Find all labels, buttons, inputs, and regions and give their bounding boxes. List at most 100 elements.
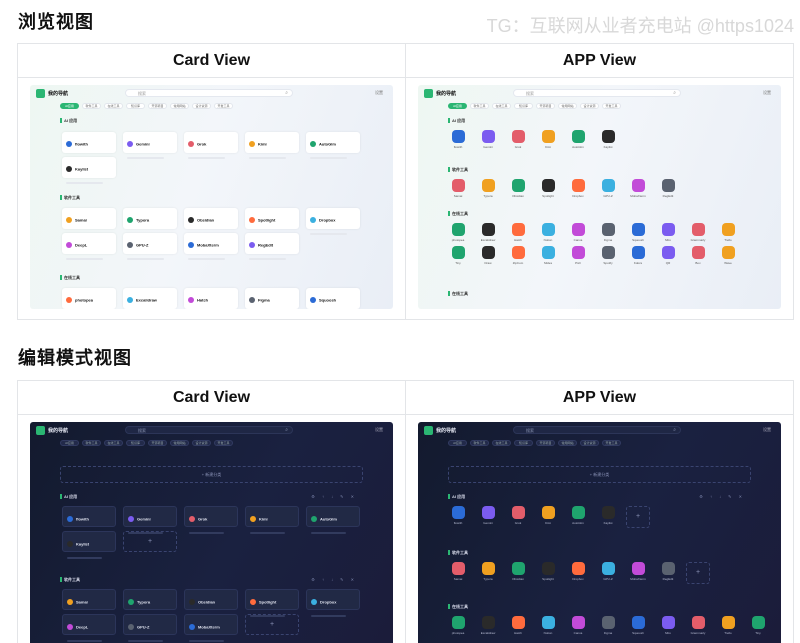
tab-3[interactable]: 知识库: [126, 440, 145, 446]
site-card[interactable]: Typora: [123, 589, 177, 617]
tab-4[interactable]: 开源项目: [536, 440, 555, 446]
tab-3[interactable]: 知识库: [514, 103, 533, 109]
app-icon-item[interactable]: Trello: [716, 223, 740, 247]
app-icon-item[interactable]: Excalidraw: [476, 223, 500, 247]
site-card[interactable]: Grok: [184, 506, 238, 534]
site-card[interactable]: GPU-Z: [123, 614, 177, 642]
site-card[interactable]: Grok: [184, 132, 238, 159]
tab-4[interactable]: 开源项目: [148, 103, 167, 109]
site-card[interactable]: Obsidian: [184, 589, 238, 617]
add-card-button[interactable]: +: [123, 531, 177, 552]
settings-button[interactable]: 设置: [375, 427, 383, 433]
app-icon-item[interactable]: Kimi: [536, 506, 560, 530]
tab-2[interactable]: 在线工具: [492, 103, 511, 109]
app-icon-item[interactable]: AutoGlm: [566, 130, 590, 154]
tab-3[interactable]: 知识库: [126, 103, 145, 109]
tab-2[interactable]: 在线工具: [104, 103, 123, 109]
settings-button[interactable]: 设置: [763, 90, 771, 96]
site-card[interactable]: DeepL: [62, 233, 116, 260]
site-card[interactable]: Dropbox: [306, 208, 360, 235]
site-card[interactable]: MobaXterm: [184, 614, 238, 642]
app-icon-item[interactable]: Hatch: [506, 223, 530, 247]
app-icon-item[interactable]: GPU-Z: [596, 179, 620, 203]
app-icon-item[interactable]: Figma: [596, 616, 620, 640]
site-card[interactable]: flowith: [62, 132, 116, 159]
tab-7[interactable]: 开发工具: [602, 103, 621, 109]
search-input[interactable]: 搜索 ⌕: [125, 89, 293, 97]
app-icon-item[interactable]: Box: [686, 246, 710, 270]
tab-2[interactable]: 在线工具: [104, 440, 123, 446]
settings-button[interactable]: 设置: [375, 90, 383, 96]
app-icon-item[interactable]: MobaXterm: [626, 562, 650, 586]
app-icon-item[interactable]: Miro: [656, 616, 680, 640]
tab-4[interactable]: 开源项目: [148, 440, 167, 446]
site-card[interactable]: Samai: [62, 208, 116, 235]
search-input[interactable]: 搜索 ⌕: [513, 89, 681, 97]
tab-0[interactable]: AI应用: [448, 440, 467, 446]
app-icon-item[interactable]: Gemini: [476, 130, 500, 154]
site-card[interactable]: Kaylist: [62, 531, 116, 559]
app-icon-item[interactable]: Obsidian: [506, 562, 530, 586]
app-icon-item[interactable]: RegEdit: [656, 179, 680, 203]
app-icon-item[interactable]: MobaXterm: [626, 179, 650, 203]
app-icon-item[interactable]: Canva: [566, 223, 590, 247]
site-card[interactable]: Samai: [62, 589, 116, 617]
tab-2[interactable]: 在线工具: [492, 440, 511, 446]
app-icon-item[interactable]: flowith: [446, 130, 470, 154]
site-card[interactable]: Figma: [245, 288, 299, 309]
site-card[interactable]: Kimi: [245, 506, 299, 534]
site-card[interactable]: AutoGlm: [306, 506, 360, 534]
app-icon-item[interactable]: Spotify: [596, 246, 620, 270]
app-icon-item[interactable]: Samai: [446, 562, 470, 586]
add-app-button[interactable]: +: [686, 562, 710, 584]
tab-0[interactable]: AI应用: [60, 103, 79, 109]
section-edit-tools[interactable]: ⚙ ↑ ↓ ✎ ✕: [311, 494, 357, 499]
site-card[interactable]: Squoosh: [306, 288, 360, 309]
app-icon-item[interactable]: Slides: [536, 246, 560, 270]
app-icon-item[interactable]: Excalidraw: [476, 616, 500, 640]
tab-5[interactable]: 常用网站: [170, 103, 189, 109]
site-card[interactable]: Hatch: [184, 288, 238, 309]
app-icon-item[interactable]: AutoGlm: [566, 506, 590, 530]
app-icon-item[interactable]: Pixlr: [566, 246, 590, 270]
app-icon-item[interactable]: Canva: [566, 616, 590, 640]
app-icon-item[interactable]: Obsidian: [506, 179, 530, 203]
site-card[interactable]: MobaXterm: [184, 233, 238, 260]
site-card[interactable]: Gemini: [123, 506, 177, 534]
app-icon-item[interactable]: Squoosh: [626, 223, 650, 247]
app-icon-item[interactable]: Tiny: [446, 246, 470, 270]
tab-6[interactable]: 设计资源: [580, 440, 599, 446]
tab-7[interactable]: 开发工具: [602, 440, 621, 446]
site-card[interactable]: Spotlight: [245, 589, 299, 617]
tab-5[interactable]: 常用网站: [558, 440, 577, 446]
app-icon-item[interactable]: Dropbox: [566, 179, 590, 203]
site-card[interactable]: Obsidian: [184, 208, 238, 235]
app-icon-item[interactable]: Figma: [596, 223, 620, 247]
site-card[interactable]: Dropbox: [306, 589, 360, 617]
add-card-button[interactable]: +: [245, 614, 299, 635]
app-icon-item[interactable]: Typora: [476, 562, 500, 586]
settings-button[interactable]: 设置: [763, 427, 771, 433]
app-icon-item[interactable]: Spotlight: [536, 179, 560, 203]
app-icon-item[interactable]: Trello: [716, 616, 740, 640]
app-icon-item[interactable]: Squoosh: [626, 616, 650, 640]
app-icon-item[interactable]: Notion: [536, 616, 560, 640]
tab-3[interactable]: 知识库: [514, 440, 533, 446]
tab-1[interactable]: 软件工具: [82, 440, 101, 446]
site-card[interactable]: Spotlight: [245, 208, 299, 235]
site-card[interactable]: photopea: [62, 288, 116, 309]
app-icon-item[interactable]: Spotlight: [536, 562, 560, 586]
app-icon-item[interactable]: Tiny: [746, 616, 770, 640]
app-icon-item[interactable]: Notion: [536, 223, 560, 247]
site-card[interactable]: Kaylist: [62, 157, 116, 184]
site-card[interactable]: Gemini: [123, 132, 177, 159]
app-icon-item[interactable]: Kdocs: [626, 246, 650, 270]
tab-4[interactable]: 开源项目: [536, 103, 555, 109]
tab-5[interactable]: 常用网站: [558, 103, 577, 109]
app-icon-item[interactable]: Gemini: [476, 506, 500, 530]
app-icon-item[interactable]: QR: [656, 246, 680, 270]
site-card[interactable]: Typora: [123, 208, 177, 235]
tab-0[interactable]: AI应用: [60, 440, 79, 446]
tab-0[interactable]: AI应用: [448, 103, 467, 109]
tab-1[interactable]: 软件工具: [82, 103, 101, 109]
